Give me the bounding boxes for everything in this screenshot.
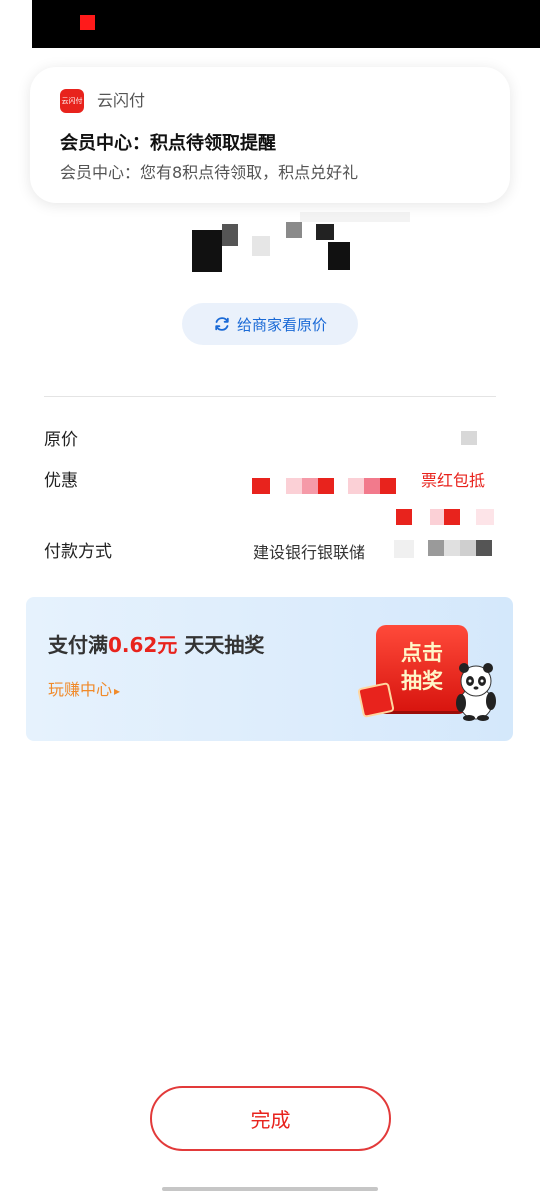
play-earn-center-link[interactable]: 玩赚中心 ▸ (48, 679, 120, 702)
chevron-right-icon: ▸ (114, 684, 121, 698)
show-original-price-button[interactable]: 给商家看原价 (182, 303, 358, 345)
notification-banner[interactable]: 云闪付 云闪付 会员中心：积点待领取提醒 会员中心：您有8积点待领取，积点兑好礼 (30, 67, 510, 203)
discount-value: 票红包抵 (421, 471, 486, 490)
original-price-value-mosaic (461, 431, 477, 445)
amount-mosaic (192, 230, 222, 272)
gift-box-icon (357, 682, 395, 718)
payment-amount (190, 212, 410, 278)
lottery-illustration[interactable]: 点击 抽奖 (356, 611, 506, 731)
discount-label: 优惠 (44, 471, 78, 491)
refresh-icon (215, 317, 229, 331)
status-indicator (80, 15, 95, 30)
promo-title: 支付满0.62元 天天抽奖 (48, 633, 265, 657)
divider (44, 396, 496, 397)
promo-amount: 0.62元 (108, 633, 178, 657)
done-button[interactable]: 完成 (150, 1086, 391, 1151)
lottery-promo-banner[interactable]: 支付满0.62元 天天抽奖 玩赚中心 ▸ 点击 抽奖 (26, 597, 513, 741)
notification-body: 会员中心：您有8积点待领取，积点兑好礼 (60, 163, 359, 182)
notification-title: 会员中心：积点待领取提醒 (60, 133, 276, 154)
show-original-price-label: 给商家看原价 (236, 315, 327, 334)
original-price-label: 原价 (44, 430, 78, 450)
payment-method-label: 付款方式 (44, 542, 112, 562)
status-bar (32, 0, 540, 48)
notification-app-name: 云闪付 (97, 91, 146, 110)
home-indicator[interactable] (162, 1187, 378, 1191)
yunshanfu-app-icon: 云闪付 (60, 89, 84, 113)
panda-mascot-icon (456, 663, 496, 721)
payment-method-value: 建设银行银联储 (253, 543, 366, 562)
